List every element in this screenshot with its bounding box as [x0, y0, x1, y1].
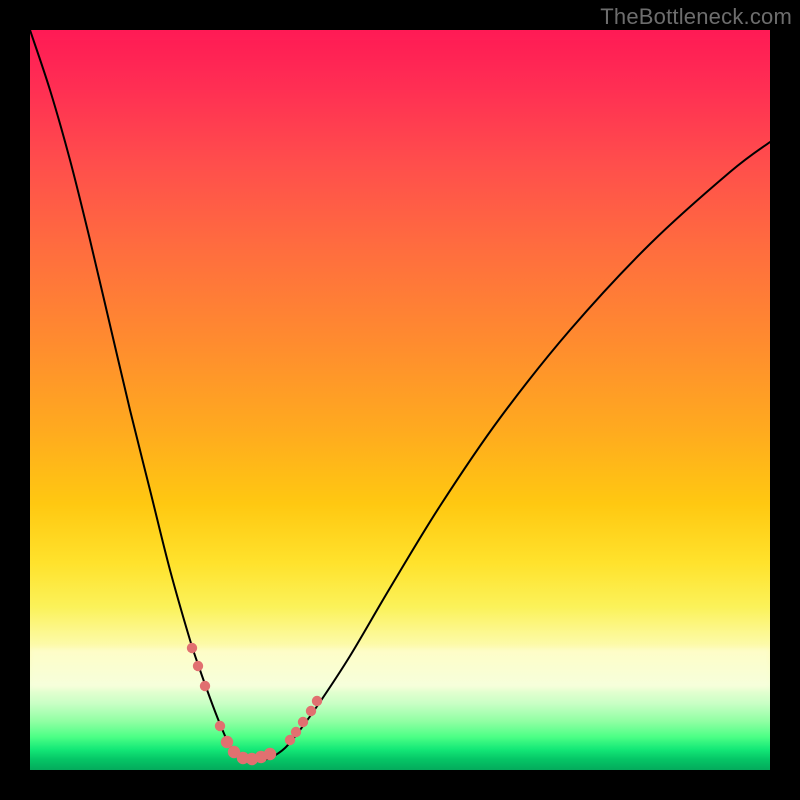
highlight-dot [291, 727, 301, 737]
highlight-dot [193, 661, 203, 671]
highlight-dot [264, 748, 276, 760]
highlight-markers-group [187, 643, 322, 765]
highlight-dot [298, 717, 308, 727]
highlight-dot [215, 721, 225, 731]
watermark-text: TheBottleneck.com [600, 4, 792, 30]
highlight-dot [312, 696, 322, 706]
highlight-dot [221, 736, 233, 748]
bottleneck-curve-path [30, 30, 770, 760]
highlight-dot [306, 706, 316, 716]
highlight-dot [200, 681, 210, 691]
chart-frame [30, 30, 770, 770]
highlight-dot [187, 643, 197, 653]
chart-svg [30, 30, 770, 770]
